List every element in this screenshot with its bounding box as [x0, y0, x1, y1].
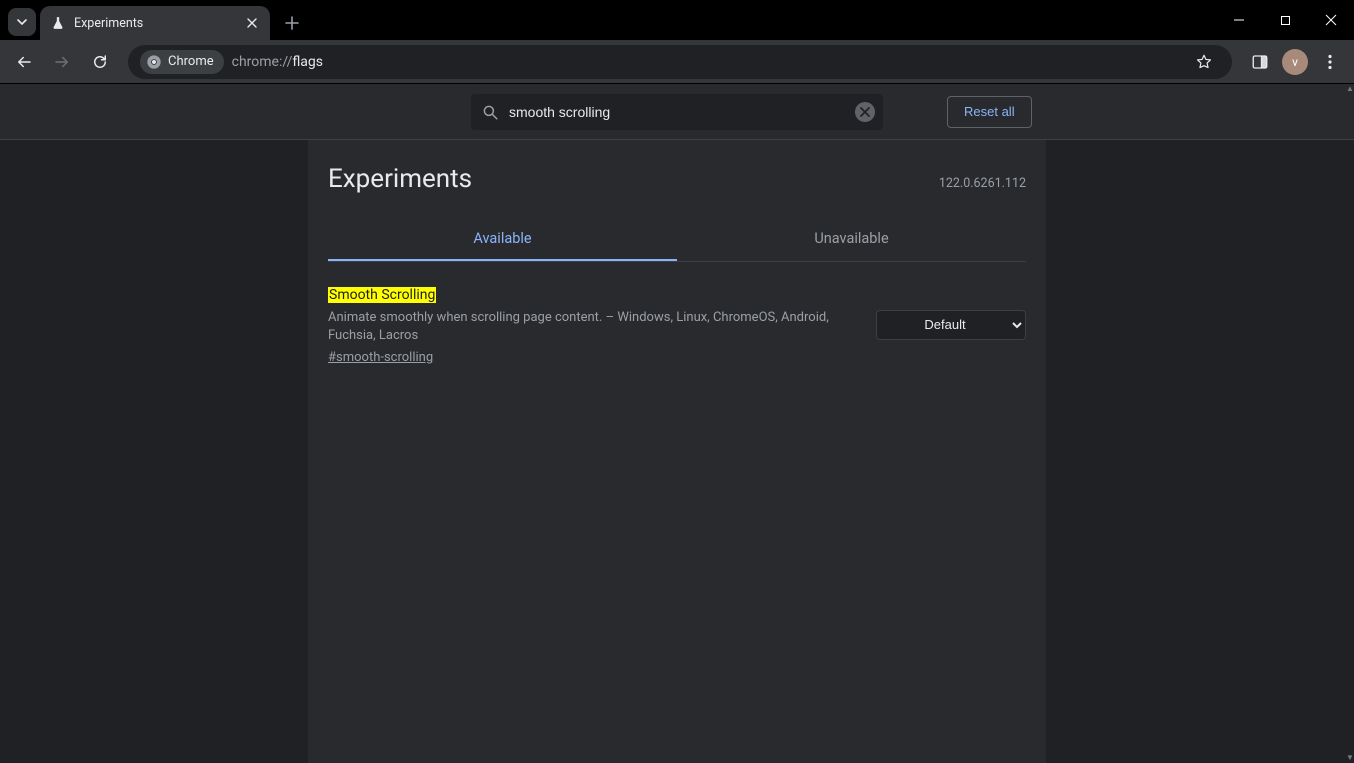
- panel-icon: [1251, 53, 1269, 71]
- site-chip[interactable]: Chrome: [140, 50, 224, 74]
- nav-reload-button[interactable]: [84, 46, 116, 78]
- experiment-description: Animate smoothly when scrolling page con…: [328, 309, 852, 344]
- url-scheme: chrome://: [232, 54, 293, 70]
- window-minimize-button[interactable]: [1216, 0, 1262, 40]
- site-chip-label: Chrome: [168, 54, 214, 69]
- bookmark-button[interactable]: [1188, 46, 1220, 78]
- flags-search-bar: Reset all: [0, 84, 1354, 140]
- reload-icon: [91, 53, 109, 71]
- address-bar[interactable]: Chrome chrome://flags: [128, 45, 1232, 79]
- close-icon: [1325, 14, 1337, 26]
- window-close-button[interactable]: [1308, 0, 1354, 40]
- search-container: [471, 94, 883, 130]
- new-tab-button[interactable]: [278, 9, 306, 37]
- reset-all-button[interactable]: Reset all: [947, 96, 1032, 128]
- star-icon: [1195, 53, 1213, 71]
- experiment-row: Smooth Scrolling Animate smoothly when s…: [328, 280, 1026, 381]
- experiments-panel: Experiments 122.0.6261.112 Available Una…: [308, 140, 1046, 763]
- experiment-select[interactable]: Default: [876, 310, 1026, 340]
- avatar-initial: v: [1292, 55, 1298, 69]
- browser-tab[interactable]: Experiments: [40, 6, 270, 40]
- scroll-down-arrow[interactable]: ▼: [1346, 753, 1354, 763]
- tab-unavailable[interactable]: Unavailable: [677, 218, 1026, 261]
- arrow-left-icon: [15, 53, 33, 71]
- tab-title: Experiments: [74, 16, 236, 31]
- close-icon: [247, 18, 257, 28]
- scroll-up-arrow[interactable]: ▲: [1346, 84, 1354, 94]
- clear-search-button[interactable]: [855, 102, 875, 122]
- nav-forward-button[interactable]: [46, 46, 78, 78]
- browser-toolbar: Chrome chrome://flags v: [0, 40, 1354, 84]
- flask-icon: [50, 15, 66, 31]
- flags-search-input[interactable]: [471, 94, 883, 130]
- page-title: Experiments: [328, 164, 472, 194]
- flags-tabs: Available Unavailable: [328, 218, 1026, 262]
- page-viewport[interactable]: Experiments 122.0.6261.112 Available Una…: [0, 140, 1354, 763]
- tab-available[interactable]: Available: [328, 218, 677, 261]
- nav-back-button[interactable]: [8, 46, 40, 78]
- close-icon: [860, 107, 870, 117]
- profile-avatar[interactable]: v: [1282, 49, 1308, 75]
- minimize-icon: [1233, 14, 1245, 26]
- menu-button[interactable]: [1314, 46, 1346, 78]
- maximize-icon: [1280, 15, 1291, 26]
- window-maximize-button[interactable]: [1262, 0, 1308, 40]
- tab-close-button[interactable]: [244, 15, 260, 31]
- chevron-down-icon: [16, 16, 28, 28]
- experiment-title: Smooth Scrolling: [328, 287, 436, 303]
- experiment-hash-link[interactable]: #smooth-scrolling: [328, 350, 433, 365]
- kebab-icon: [1322, 54, 1338, 70]
- url-path: flags: [292, 54, 323, 70]
- chrome-logo-icon: [146, 54, 162, 70]
- side-panel-button[interactable]: [1244, 46, 1276, 78]
- tab-search-button[interactable]: [8, 8, 36, 36]
- arrow-right-icon: [53, 53, 71, 71]
- url-text: chrome://flags: [232, 54, 323, 70]
- version-text: 122.0.6261.112: [939, 176, 1026, 191]
- browser-titlebar: Experiments: [0, 0, 1354, 40]
- window-controls: [1216, 0, 1354, 40]
- search-icon: [481, 103, 499, 121]
- plus-icon: [285, 16, 299, 30]
- vertical-scrollbar[interactable]: ▲ ▼: [1346, 84, 1354, 763]
